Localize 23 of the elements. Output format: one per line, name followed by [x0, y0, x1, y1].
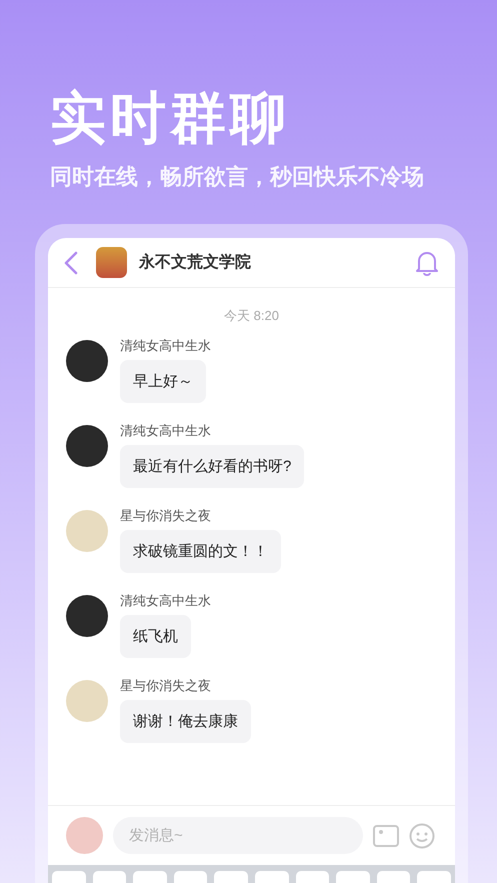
- sender-name: 清纯女高中生水: [120, 338, 211, 354]
- message-bubble: 谢谢！俺去康康: [120, 700, 251, 742]
- bell-icon[interactable]: [415, 250, 439, 276]
- timestamp: 今天 8:20: [223, 307, 280, 325]
- back-icon[interactable]: [64, 250, 78, 274]
- avatar[interactable]: [66, 340, 108, 382]
- headline: 实时群聊: [50, 85, 291, 151]
- subtitle: 同时在线，畅所欲言，秒回快乐不冷场: [50, 163, 425, 191]
- message-bubble: 求破镜重圆的文！！: [120, 530, 281, 572]
- message-bubble: 早上好～: [120, 360, 206, 402]
- group-picture-placeholder: [96, 247, 127, 278]
- sender-name: 星与你消失之夜: [120, 678, 212, 694]
- avatar[interactable]: [66, 594, 108, 636]
- avatar[interactable]: [66, 424, 108, 466]
- sender-name: 星与你消失之夜: [120, 508, 212, 524]
- message-bubble: 最近有什么好看的书呀?: [120, 444, 304, 488]
- sender-name: 清纯女高中生水: [120, 422, 212, 438]
- sender-name: 清纯女高中生水: [120, 592, 211, 608]
- image-icon[interactable]: [373, 824, 399, 846]
- emoji-icon[interactable]: [409, 822, 435, 848]
- message-bubble: 纸飞机: [120, 614, 191, 658]
- message-input[interactable]: 发消息~: [113, 817, 363, 854]
- group-title: 永不文荒文学院: [139, 252, 251, 272]
